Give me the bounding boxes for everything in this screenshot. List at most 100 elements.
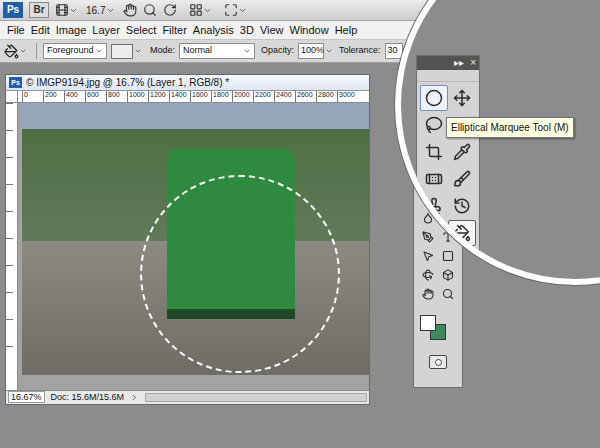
magnifier-circle: ▸▸ × (395, 0, 600, 285)
tool-button[interactable] (420, 247, 448, 273)
zoom-icon[interactable] (143, 3, 157, 17)
tool-button[interactable] (420, 112, 448, 138)
expand-button[interactable]: ▸▸ (454, 58, 464, 68)
ruler-label: 1200 (148, 91, 169, 102)
horizontal-ruler[interactable]: 0200400600800100012001400160018002000220… (18, 91, 369, 102)
ruler-label: 800 (106, 91, 127, 102)
document-icon: Ps (9, 77, 22, 88)
quick-mask-button[interactable] (414, 355, 462, 369)
menu-item[interactable]: View (257, 22, 287, 39)
magnified-toolbox: ▸▸ × (416, 55, 480, 285)
chevron-down-icon (203, 6, 212, 15)
stamp-icon (425, 197, 443, 215)
tool-button[interactable] (420, 166, 448, 192)
close-button[interactable]: × (470, 58, 476, 68)
film-icon (55, 3, 69, 17)
menu-item[interactable]: Help (332, 22, 361, 39)
paint-bucket-icon (453, 224, 471, 242)
paint-bucket-icon (4, 44, 19, 59)
vertical-ruler[interactable] (6, 103, 18, 390)
hand-icon[interactable] (123, 3, 137, 17)
chevron-down-icon (134, 47, 142, 55)
chevron-down-icon (106, 6, 115, 15)
menu-item[interactable]: Select (123, 22, 160, 39)
quick-mask-icon (435, 359, 442, 366)
ruler-label: 1400 (169, 91, 190, 102)
pattern-swatch (111, 44, 133, 59)
menu-item[interactable]: 3D (237, 22, 257, 39)
menu-item[interactable]: Analysis (190, 22, 237, 39)
chevron-down-icon (243, 47, 251, 55)
ruler-label: 1000 (127, 91, 148, 102)
eyedropper-icon (453, 143, 471, 161)
foreground-color-swatch[interactable] (420, 315, 436, 331)
lasso-icon (425, 116, 443, 134)
tool-button[interactable] (448, 220, 476, 246)
tolerance-field[interactable]: 30 (385, 43, 403, 59)
ruler-corner (6, 91, 18, 102)
menu-item[interactable]: Window (287, 22, 332, 39)
color-swatches[interactable] (414, 311, 462, 345)
screen-mode-button[interactable] (224, 3, 247, 17)
tool-preset-picker[interactable] (4, 44, 30, 59)
ruler-label: 3000 (337, 91, 358, 102)
tool-button[interactable] (420, 85, 448, 111)
menu-item[interactable]: Edit (28, 22, 53, 39)
menu-item[interactable]: File (4, 22, 28, 39)
blur-icon (425, 251, 443, 269)
document-window[interactable]: Ps© IMGP9194.jpg @ 16.7% (Layer 1, RGB/8… (5, 74, 370, 405)
document-status-bar: 16.67%Doc: 15.6M/15.6M (6, 390, 369, 405)
rotate-view-icon[interactable] (163, 3, 177, 17)
chevron-down-icon (238, 6, 247, 15)
horizontal-scrollbar[interactable] (145, 393, 367, 402)
arrange-icon (189, 3, 203, 17)
tool-button[interactable] (448, 139, 476, 165)
bridge-button[interactable]: Br (29, 2, 49, 18)
ruler-label: 1800 (211, 91, 232, 102)
tolerance-label: Tolerance: (339, 44, 381, 58)
tool-button[interactable] (448, 166, 476, 192)
elliptical-selection[interactable] (140, 175, 340, 373)
chevron-down-icon (95, 47, 103, 55)
tool-button[interactable] (420, 193, 448, 219)
photo[interactable] (22, 103, 369, 375)
zoom-level-dropdown[interactable]: 16.7 (84, 3, 117, 18)
pattern-picker[interactable] (111, 44, 142, 59)
mode-select[interactable]: Normal (179, 43, 255, 59)
tool-button[interactable] (418, 285, 438, 303)
ruler-label: 2800 (316, 91, 337, 102)
toolbox-header: ▸▸ × (417, 56, 479, 70)
chevron-right-icon[interactable] (130, 393, 139, 402)
photoshop-logo[interactable]: Ps (3, 2, 23, 18)
ruler-label: 1600 (190, 91, 211, 102)
menu-item[interactable]: Layer (89, 22, 123, 39)
zoom-field[interactable]: 16.67% (8, 391, 45, 403)
tool-button[interactable] (420, 139, 448, 165)
canvas-area[interactable] (18, 103, 369, 390)
menu-item[interactable]: Image (53, 22, 90, 39)
ellipse-icon (425, 89, 443, 107)
opacity-field[interactable]: 100% (298, 43, 333, 59)
brush-icon (453, 170, 471, 188)
tool-button[interactable] (448, 247, 476, 273)
tool-button[interactable] (448, 193, 476, 219)
tool-button[interactable] (420, 220, 448, 246)
ruler-label: 2000 (232, 91, 253, 102)
dodge-icon (453, 251, 471, 269)
menu-item[interactable]: Filter (159, 22, 189, 39)
tool-button[interactable] (448, 85, 476, 111)
fill-source-select[interactable]: Foreground (43, 43, 107, 59)
arrange-documents-button[interactable] (189, 3, 212, 17)
zoom-icon (442, 288, 454, 300)
chevron-down-icon (325, 47, 333, 55)
ruler-row: 0200400600800100012001400160018002000220… (6, 91, 369, 103)
mode-label: Mode: (150, 44, 175, 58)
mini-bridge-button[interactable] (55, 3, 78, 17)
crop-icon (425, 143, 443, 161)
photoshop-workspace: Ps Br 16.7 FileEditImageLayerSelectFilterAn… (0, 0, 600, 448)
tool-grid (417, 82, 479, 285)
tool-button[interactable] (438, 285, 458, 303)
move-icon (453, 89, 471, 107)
document-title-bar[interactable]: Ps© IMGP9194.jpg @ 16.7% (Layer 1, RGB/8… (6, 75, 369, 91)
document-body (6, 103, 369, 390)
